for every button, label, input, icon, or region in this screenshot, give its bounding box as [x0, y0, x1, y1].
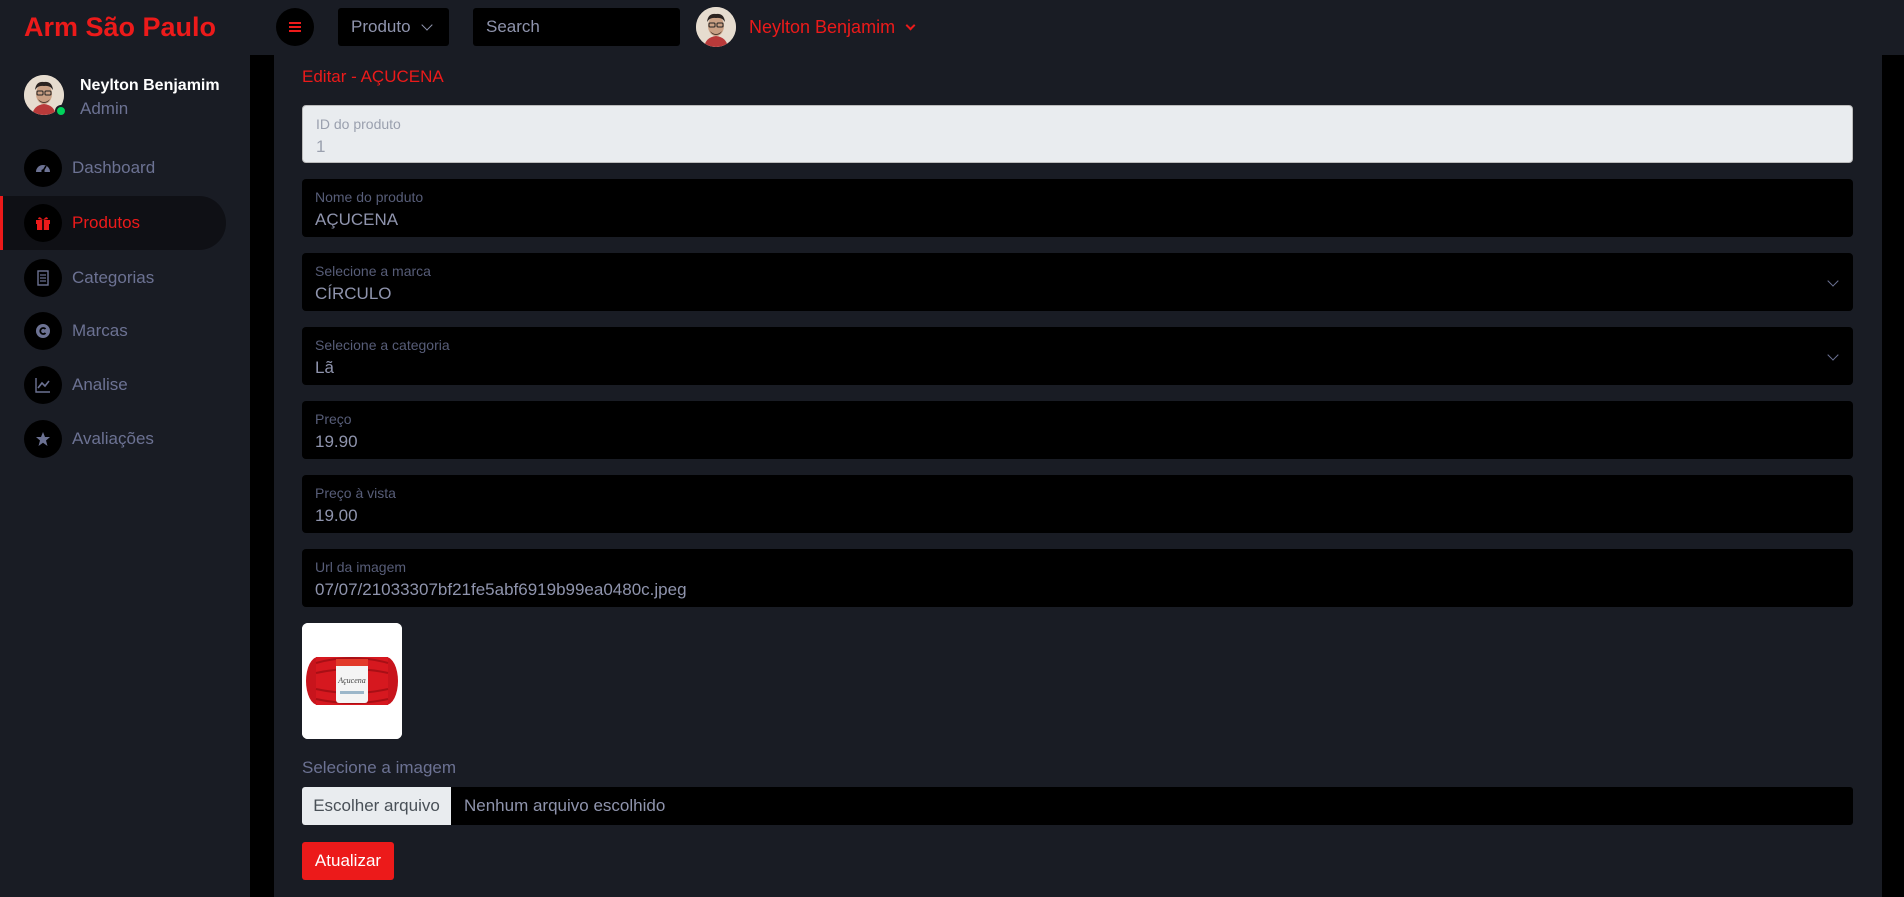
sidebar-item-analise[interactable]: Analise — [0, 358, 226, 412]
hamburger-icon — [289, 22, 301, 32]
navbar-profile-name: Neylton Benjamim — [749, 16, 896, 37]
image-select-label: Selecione a imagem — [302, 758, 457, 777]
category-select[interactable]: Selecione a categoria Lã — [302, 327, 1853, 385]
product-image-thumbnail: Açucena — [302, 623, 402, 739]
copyright-icon — [24, 312, 62, 350]
field-value: 07/07/21033307bf21fe5abf6919b99ea0480c.j… — [315, 580, 687, 599]
product-dropdown[interactable]: Produto — [338, 8, 449, 46]
field-label: Selecione a marca — [315, 263, 431, 279]
choose-file-button[interactable]: Escolher arquivo — [302, 787, 451, 825]
field-label: Url da imagem — [315, 559, 407, 575]
field-value: 1 — [316, 137, 326, 156]
avatar — [696, 7, 736, 47]
field-label: Preço — [315, 411, 352, 427]
field-label: Preço à vista — [315, 485, 396, 501]
chevron-down-icon — [905, 20, 916, 30]
sidebar-item-label: Categorias — [72, 268, 155, 287]
field-value: AÇUCENA — [315, 210, 399, 229]
file-status-text: Nenhum arquivo escolhido — [464, 796, 666, 815]
cash-price-field[interactable]: Preço à vista 19.00 — [302, 475, 1853, 533]
list-icon — [24, 259, 62, 297]
gift-box-icon — [24, 204, 62, 242]
sidebar-item-label: Avaliações — [72, 429, 154, 448]
product-dropdown-label: Produto — [351, 17, 411, 36]
top-navbar: Arm São Paulo Produto Neylton Benjamim — [0, 0, 1904, 55]
field-label: Selecione a categoria — [315, 337, 450, 353]
edit-product-card: Editar - AÇUCENA ID do produto 1 Nome do… — [274, 55, 1882, 897]
sidebar-item-produtos[interactable]: Produtos — [0, 196, 226, 250]
field-value: Lã — [315, 358, 334, 377]
sidebar-item-categorias[interactable]: Categorias — [0, 251, 226, 305]
online-status-dot — [55, 105, 67, 117]
sidebar-item-label: Dashboard — [72, 158, 156, 177]
update-button[interactable]: Atualizar — [302, 842, 394, 880]
field-value: CÍRCULO — [315, 284, 392, 303]
menu-toggle-button[interactable] — [276, 8, 314, 46]
sidebar: Neylton Benjamim Admin Dashboard Produto… — [0, 55, 250, 897]
navbar-profile-dropdown[interactable]: Neylton Benjamim — [696, 7, 916, 47]
svg-text:Açucena: Açucena — [337, 676, 366, 685]
sidebar-item-dashboard[interactable]: Dashboard — [0, 141, 226, 195]
field-label: ID do produto — [316, 116, 401, 132]
sidebar-item-label: Analise — [72, 375, 128, 394]
chart-line-icon — [24, 366, 62, 404]
sidebar-item-avaliacoes[interactable]: Avaliações — [0, 412, 226, 466]
sidebar-profile-name: Neylton Benjamim — [80, 77, 220, 94]
brand-logo[interactable]: Arm São Paulo — [24, 12, 216, 43]
page-title: Editar - AÇUCENA — [302, 67, 444, 86]
star-icon — [24, 420, 62, 458]
price-field[interactable]: Preço 19.90 — [302, 401, 1853, 459]
sidebar-item-label: Produtos — [72, 213, 141, 232]
field-value: 19.00 — [315, 506, 358, 525]
sidebar-profile: Neylton Benjamim Admin — [24, 75, 220, 118]
sidebar-item-marcas[interactable]: Marcas — [0, 304, 226, 358]
product-id-field[interactable]: ID do produto 1 — [302, 105, 1853, 163]
speedometer-icon — [24, 149, 62, 187]
field-value: 19.90 — [315, 432, 358, 451]
brand-select[interactable]: Selecione a marca CÍRCULO — [302, 253, 1853, 311]
field-label: Nome do produto — [315, 189, 424, 205]
image-url-field[interactable]: Url da imagem 07/07/21033307bf21fe5abf69… — [302, 549, 1853, 607]
sidebar-item-label: Marcas — [72, 321, 128, 340]
content-gutter-left — [250, 55, 274, 897]
image-file-input[interactable]: Escolher arquivo Nenhum arquivo escolhid… — [302, 787, 1853, 825]
chevron-down-icon — [420, 18, 433, 31]
product-name-field[interactable]: Nome do produto AÇUCENA — [302, 179, 1853, 237]
content-gutter-right — [1882, 55, 1904, 897]
sidebar-profile-role: Admin — [80, 99, 129, 118]
search-input[interactable] — [473, 8, 680, 46]
